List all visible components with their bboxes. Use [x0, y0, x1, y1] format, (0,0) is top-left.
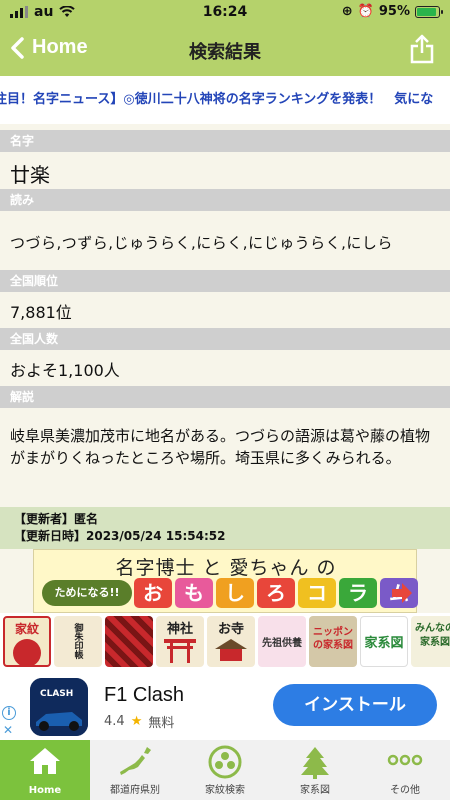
app-tile-label: 御朱印帳: [72, 623, 83, 659]
rank-value: 7,881位: [10, 303, 72, 322]
app-tile-minna-kakeizu[interactable]: みんなの家系図: [411, 616, 450, 667]
tab-bar: Home 都道府県別 家紋検索 家系図 その他: [0, 740, 450, 800]
tab-kakeizu[interactable]: 家系図: [270, 740, 360, 800]
battery-icon: [415, 5, 443, 18]
name-label: 名字: [0, 130, 450, 152]
column-banner[interactable]: 名字博士 と 愛ちゃん の ためになる!! お も し ろ コ ラ ム: [33, 549, 418, 613]
app-tile-label: 神社: [166, 622, 193, 637]
population-label: 全国人数: [0, 328, 450, 350]
torii-icon: [164, 639, 196, 663]
tab-kamon-search[interactable]: 家紋検索: [180, 740, 270, 800]
app-tile-otera[interactable]: お寺: [207, 616, 255, 667]
share-icon: [410, 34, 434, 64]
app-tile-pattern[interactable]: [105, 616, 153, 667]
alarm-icon: ⏰: [357, 4, 374, 19]
news-ticker[interactable]: 注目！名字ニュース】◎徳川二十八神将の名字ランキングを発表！ 気にな: [0, 76, 450, 124]
reading-value: つづら,つずら,じゅうらく,にらく,にじゅうらく,にしら: [10, 234, 393, 252]
share-button[interactable]: [410, 34, 434, 68]
status-right: ⊕ ⏰ 95%: [341, 4, 443, 19]
ad-app-icon[interactable]: CLASH: [30, 678, 88, 736]
crest-icon: [13, 639, 41, 665]
svg-text:CLASH: CLASH: [40, 689, 73, 699]
news-ticker-text: 注目！名字ニュース】◎徳川二十八神将の名字ランキングを発表！ 気にな: [0, 92, 434, 107]
description-value: 岐阜県美濃加茂市に地名がある。つづらの語源は葛や藤の植物がまがりくねったところや…: [10, 427, 431, 467]
tab-other[interactable]: その他: [360, 740, 450, 800]
banner-char: ラ: [339, 578, 377, 608]
app-tile-label: 家系図: [364, 636, 404, 651]
banner-char: ろ: [257, 578, 295, 608]
app-tile-goshuin[interactable]: 御朱印帳: [54, 616, 102, 667]
star-icon: ★: [130, 714, 143, 729]
updater-text: 【更新者】匿名: [14, 512, 99, 526]
app-tile-nippon-kakeizu[interactable]: ニッポンの家系図: [309, 616, 357, 667]
arrow-right-icon: [392, 583, 412, 603]
ad-app-name: F1 Clash: [104, 684, 185, 706]
battery-percent: 95%: [378, 4, 410, 19]
tab-label: Home: [28, 785, 62, 796]
install-button[interactable]: インストール: [273, 684, 437, 726]
ad-banner[interactable]: i ✕ CLASH F1 Clash 4.4 ★ 無料 インストール: [0, 670, 450, 740]
description-label: 解説: [0, 386, 450, 408]
ad-close-icon[interactable]: ✕: [3, 723, 13, 737]
ad-rating-row: 4.4 ★ 無料: [104, 712, 174, 731]
nav-bar: Home 検索結果: [0, 24, 450, 76]
ad-rating-value: 4.4: [104, 714, 125, 729]
banner-char: し: [216, 578, 254, 608]
ad-info-icon[interactable]: i: [2, 706, 16, 720]
app-tile-label: みんなの家系図: [415, 623, 450, 648]
tab-label: 都道府県別: [110, 785, 160, 796]
battery-fill: [417, 7, 436, 16]
banner-title: お も し ろ コ ラ ム: [134, 578, 418, 608]
tree-icon: [301, 747, 329, 779]
app-tile-label: お寺: [217, 622, 244, 637]
name-value: 廿楽: [10, 163, 50, 187]
app-tile-label: 家紋: [14, 622, 39, 636]
orientation-lock-icon: ⊕: [341, 4, 353, 19]
app-tile-kamon[interactable]: 家紋: [3, 616, 51, 667]
family-crest-icon: [208, 745, 242, 779]
f1-car-icon: CLASH: [30, 678, 88, 736]
tab-label: その他: [390, 785, 420, 796]
banner-heading: 名字博士 と 愛ちゃん の: [115, 557, 337, 579]
page-title: 検索結果: [189, 42, 261, 63]
status-bar: au 16:24 ⊕ ⏰ 95%: [0, 0, 450, 24]
app-tile-senzo[interactable]: 先祖供養: [258, 616, 306, 667]
app-tile-label: ニッポンの家系図: [313, 627, 353, 651]
population-value: およそ1,100人: [10, 361, 120, 380]
home-icon: [30, 748, 60, 774]
temple-icon: [215, 639, 247, 661]
more-icon: [387, 754, 423, 766]
app-tile-label: 先祖供養: [262, 638, 302, 649]
banner-char: お: [134, 578, 172, 608]
tab-label: 家紋検索: [205, 785, 245, 796]
related-apps-strip: 家紋 御朱印帳 神社 お寺 先祖供養 ニッポンの家系図 家系図 みんなの家系図 …: [0, 613, 450, 670]
updated-datetime: 【更新日時】2023/05/24 15:54:52: [14, 529, 226, 543]
app-tile-kakeizu[interactable]: 家系図: [360, 616, 408, 667]
banner-char: も: [175, 578, 213, 608]
banner-char: コ: [298, 578, 336, 608]
tab-prefecture[interactable]: 都道府県別: [90, 740, 180, 800]
rank-label: 全国順位: [0, 270, 450, 292]
reading-label: 読み: [0, 189, 450, 211]
app-tile-jinja[interactable]: 神社: [156, 616, 204, 667]
japan-map-icon: [120, 747, 151, 775]
ad-price: 無料: [148, 716, 175, 731]
tab-home[interactable]: Home: [0, 740, 90, 800]
banner-pill: ためになる!!: [42, 580, 132, 606]
update-info: 【更新者】匿名 【更新日時】2023/05/24 15:54:52: [0, 507, 450, 549]
tab-label: 家系図: [300, 785, 330, 796]
